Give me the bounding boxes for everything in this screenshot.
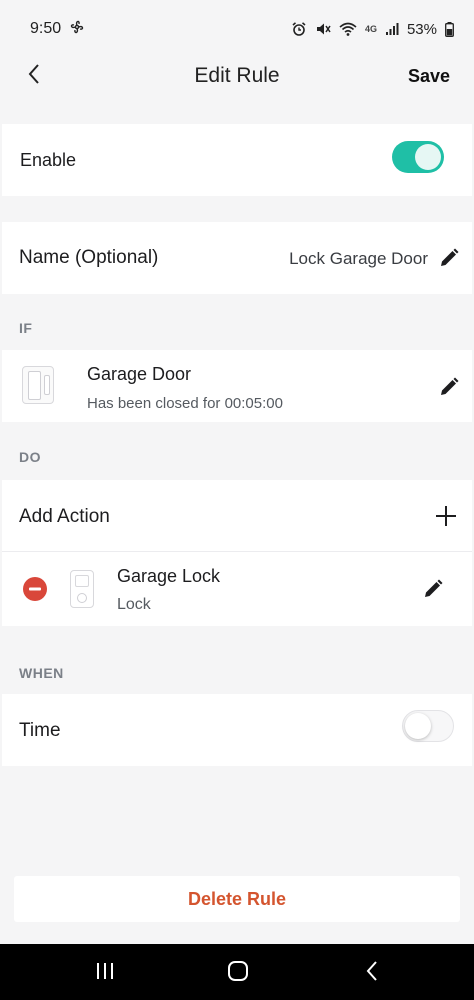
action-row[interactable]: Garage Lock Lock — [2, 552, 472, 626]
when-section-label: WHEN — [19, 665, 64, 681]
status-time: 9:50 — [30, 20, 62, 37]
time-row: Time — [2, 694, 472, 766]
enable-label: Enable — [20, 150, 77, 170]
mute-icon — [315, 21, 331, 37]
lock-image — [70, 570, 94, 608]
status-left: 9:50 — [30, 19, 85, 40]
add-action-label: Add Action — [19, 506, 110, 527]
name-row[interactable]: Name (Optional) Lock Garage Door — [2, 222, 472, 294]
action-device-name: Garage Lock — [117, 566, 221, 586]
name-value: Lock Garage Door — [289, 249, 428, 268]
edit-name-pencil-icon[interactable] — [438, 247, 460, 269]
recents-button[interactable] — [85, 960, 125, 986]
plus-icon[interactable] — [434, 504, 458, 528]
add-action-row[interactable]: Add Action — [2, 480, 472, 552]
back-icon — [365, 960, 379, 987]
action-text: Lock — [117, 596, 151, 613]
wifi-icon — [339, 21, 357, 37]
time-toggle[interactable] — [402, 710, 454, 742]
app-bar: Edit Rule Save — [0, 58, 474, 98]
status-bar: 9:50 4G 53% — [0, 0, 474, 58]
if-device-name: Garage Door — [87, 364, 192, 384]
sensor-magnet — [44, 375, 50, 395]
recents-icon — [94, 961, 116, 986]
alarm-icon — [291, 21, 307, 37]
if-condition-row[interactable]: Garage Door Has been closed for 00:05:00 — [2, 350, 472, 422]
edit-action-pencil-icon[interactable] — [422, 578, 444, 600]
lock-keyhole — [77, 593, 87, 603]
fan-icon — [69, 19, 85, 40]
delete-rule-button[interactable]: Delete Rule — [14, 876, 460, 922]
network-type: 4G — [364, 24, 377, 34]
time-label: Time — [19, 720, 61, 741]
save-button[interactable]: Save — [408, 66, 450, 87]
sensor-body — [28, 371, 41, 400]
system-back-button[interactable] — [352, 960, 392, 986]
lock-keypad — [75, 575, 89, 587]
do-section-label: DO — [19, 449, 41, 465]
door-sensor-image — [22, 366, 54, 404]
edit-condition-pencil-icon[interactable] — [438, 376, 460, 398]
remove-action-icon[interactable] — [23, 577, 47, 601]
toggle-knob — [405, 713, 431, 739]
enable-row: Enable — [2, 124, 472, 196]
toggle-knob — [415, 144, 441, 170]
if-section-label: IF — [19, 320, 33, 336]
name-label: Name (Optional) — [19, 247, 159, 268]
signal-icon — [385, 22, 399, 36]
home-button[interactable] — [218, 960, 258, 986]
battery-percent: 53% — [406, 20, 437, 38]
enable-toggle[interactable] — [392, 141, 444, 173]
if-condition-text: Has been closed for 00:05:00 — [87, 395, 283, 412]
system-nav-bar — [0, 944, 474, 1000]
home-icon — [226, 959, 250, 988]
battery-icon — [445, 21, 454, 37]
page-title: Edit Rule — [194, 64, 280, 87]
status-right: 4G 53% — [291, 21, 454, 38]
